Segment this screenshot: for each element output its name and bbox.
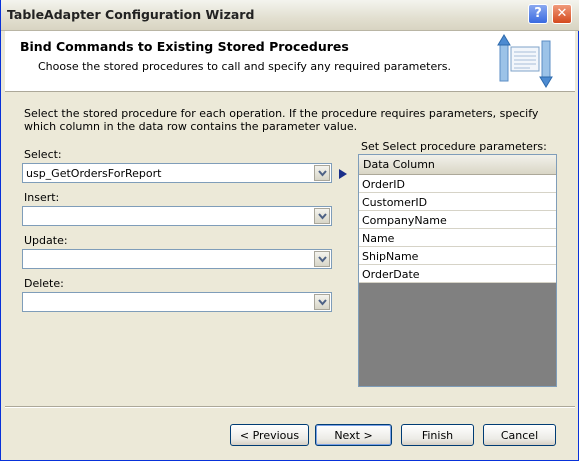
grid-row[interactable]: CompanyName	[359, 211, 556, 229]
next-button[interactable]: Next >	[315, 424, 392, 446]
chevron-down-icon	[318, 213, 327, 220]
finish-button[interactable]: Finish	[401, 424, 474, 446]
chevron-down-icon	[318, 256, 327, 263]
chevron-down-icon	[318, 170, 327, 177]
grid-column-header[interactable]: Data Column	[359, 155, 556, 175]
arrow-right-icon	[339, 169, 347, 179]
grid-row[interactable]: CustomerID	[359, 193, 556, 211]
insert-procedure-combo[interactable]	[22, 206, 332, 226]
page-subtitle: Choose the stored procedures to call and…	[38, 60, 451, 73]
select-procedure-combo[interactable]: usp_GetOrdersForReport	[22, 163, 332, 183]
cancel-button[interactable]: Cancel	[483, 424, 556, 446]
update-dropdown-button[interactable]	[314, 251, 330, 267]
window-title: TableAdapter Configuration Wizard	[7, 7, 255, 22]
previous-button[interactable]: < Previous	[230, 424, 309, 446]
grid-row[interactable]: OrderID	[359, 175, 556, 193]
delete-procedure-combo[interactable]	[22, 292, 332, 312]
update-procedure-combo[interactable]	[22, 249, 332, 269]
select-label: Select:	[24, 148, 62, 161]
delete-label: Delete:	[24, 277, 64, 290]
grid-row[interactable]: ShipName	[359, 247, 556, 265]
select-procedure-value: usp_GetOrdersForReport	[26, 167, 162, 180]
insert-dropdown-button[interactable]	[314, 208, 330, 224]
grid-row[interactable]: OrderDate	[359, 265, 556, 283]
footer-divider	[5, 406, 575, 408]
wizard-window: TableAdapter Configuration Wizard ? ✕ Bi…	[0, 0, 579, 461]
grid-row[interactable]: Name	[359, 229, 556, 247]
wizard-header-icon	[497, 34, 553, 88]
instructions-text: Select the stored procedure for each ope…	[24, 107, 539, 133]
help-button[interactable]: ?	[528, 4, 548, 24]
close-button[interactable]: ✕	[552, 4, 572, 24]
wizard-header: Bind Commands to Existing Stored Procedu…	[5, 31, 575, 92]
parameters-label: Set Select procedure parameters:	[361, 140, 547, 153]
title-bar[interactable]: TableAdapter Configuration Wizard ? ✕	[1, 0, 579, 31]
select-dropdown-button[interactable]	[314, 165, 330, 181]
parameters-grid[interactable]: Data Column OrderID CustomerID CompanyNa…	[358, 154, 557, 387]
chevron-down-icon	[318, 299, 327, 306]
page-title: Bind Commands to Existing Stored Procedu…	[20, 39, 349, 54]
delete-dropdown-button[interactable]	[314, 294, 330, 310]
insert-label: Insert:	[24, 191, 60, 204]
update-label: Update:	[24, 234, 68, 247]
